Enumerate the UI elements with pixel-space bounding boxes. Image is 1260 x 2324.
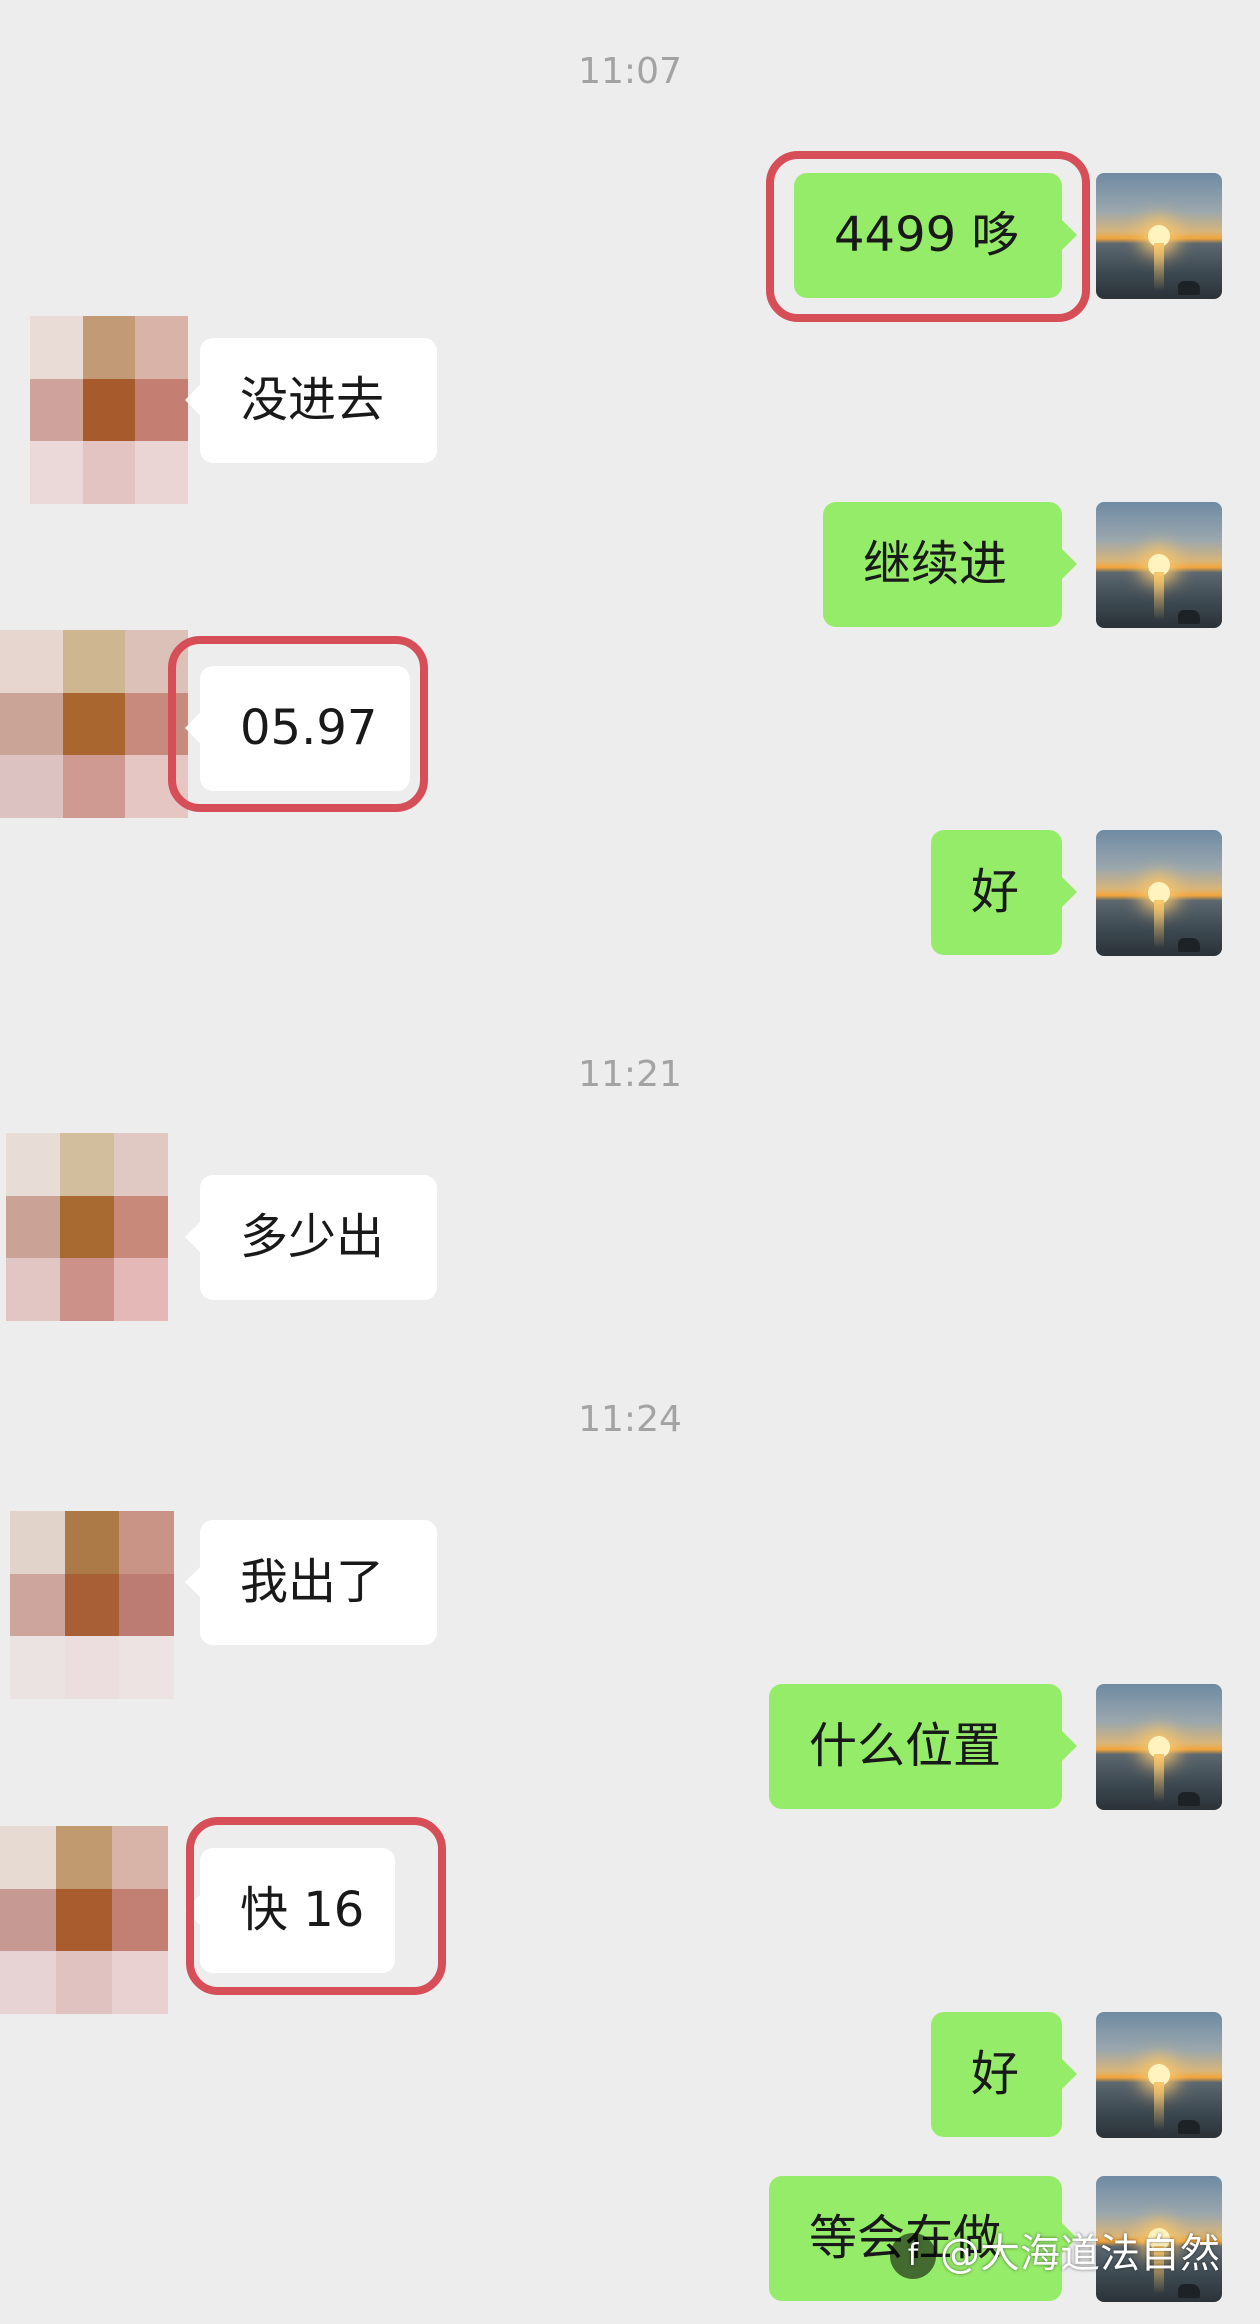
highlight-box (186, 1817, 446, 1995)
highlight-box (168, 636, 428, 812)
sunset-avatar-icon[interactable] (1096, 2012, 1222, 2138)
sent-message[interactable]: 好 (931, 2012, 1077, 2137)
received-message[interactable]: 我出了 (185, 1520, 437, 1645)
sunset-avatar-icon[interactable] (1096, 173, 1222, 299)
watermark: f @大海道法自然 (890, 2224, 1220, 2284)
timestamp: 11:07 (578, 51, 682, 92)
sunset-avatar-icon[interactable] (1096, 502, 1222, 628)
pixelated-avatar-icon[interactable] (30, 316, 188, 504)
timestamp: 11:24 (578, 1399, 682, 1440)
sent-message[interactable]: 好 (931, 830, 1077, 955)
pixelated-avatar-icon[interactable] (6, 1133, 168, 1321)
watermark-logo-icon: f (890, 2233, 936, 2279)
highlight-box (766, 151, 1090, 322)
received-message[interactable]: 没进去 (185, 338, 437, 463)
received-message[interactable]: 多少出 (185, 1175, 437, 1300)
pixelated-avatar-icon[interactable] (0, 630, 188, 818)
sent-message[interactable]: 什么位置 (769, 1684, 1077, 1809)
pixelated-avatar-icon[interactable] (10, 1511, 174, 1699)
timestamp: 11:21 (578, 1054, 682, 1095)
pixelated-avatar-icon[interactable] (0, 1826, 168, 2014)
sent-message[interactable]: 继续进 (823, 502, 1077, 627)
sunset-avatar-icon[interactable] (1096, 1684, 1222, 1810)
watermark-text: @大海道法自然 (940, 2231, 1220, 2277)
sunset-avatar-icon[interactable] (1096, 830, 1222, 956)
